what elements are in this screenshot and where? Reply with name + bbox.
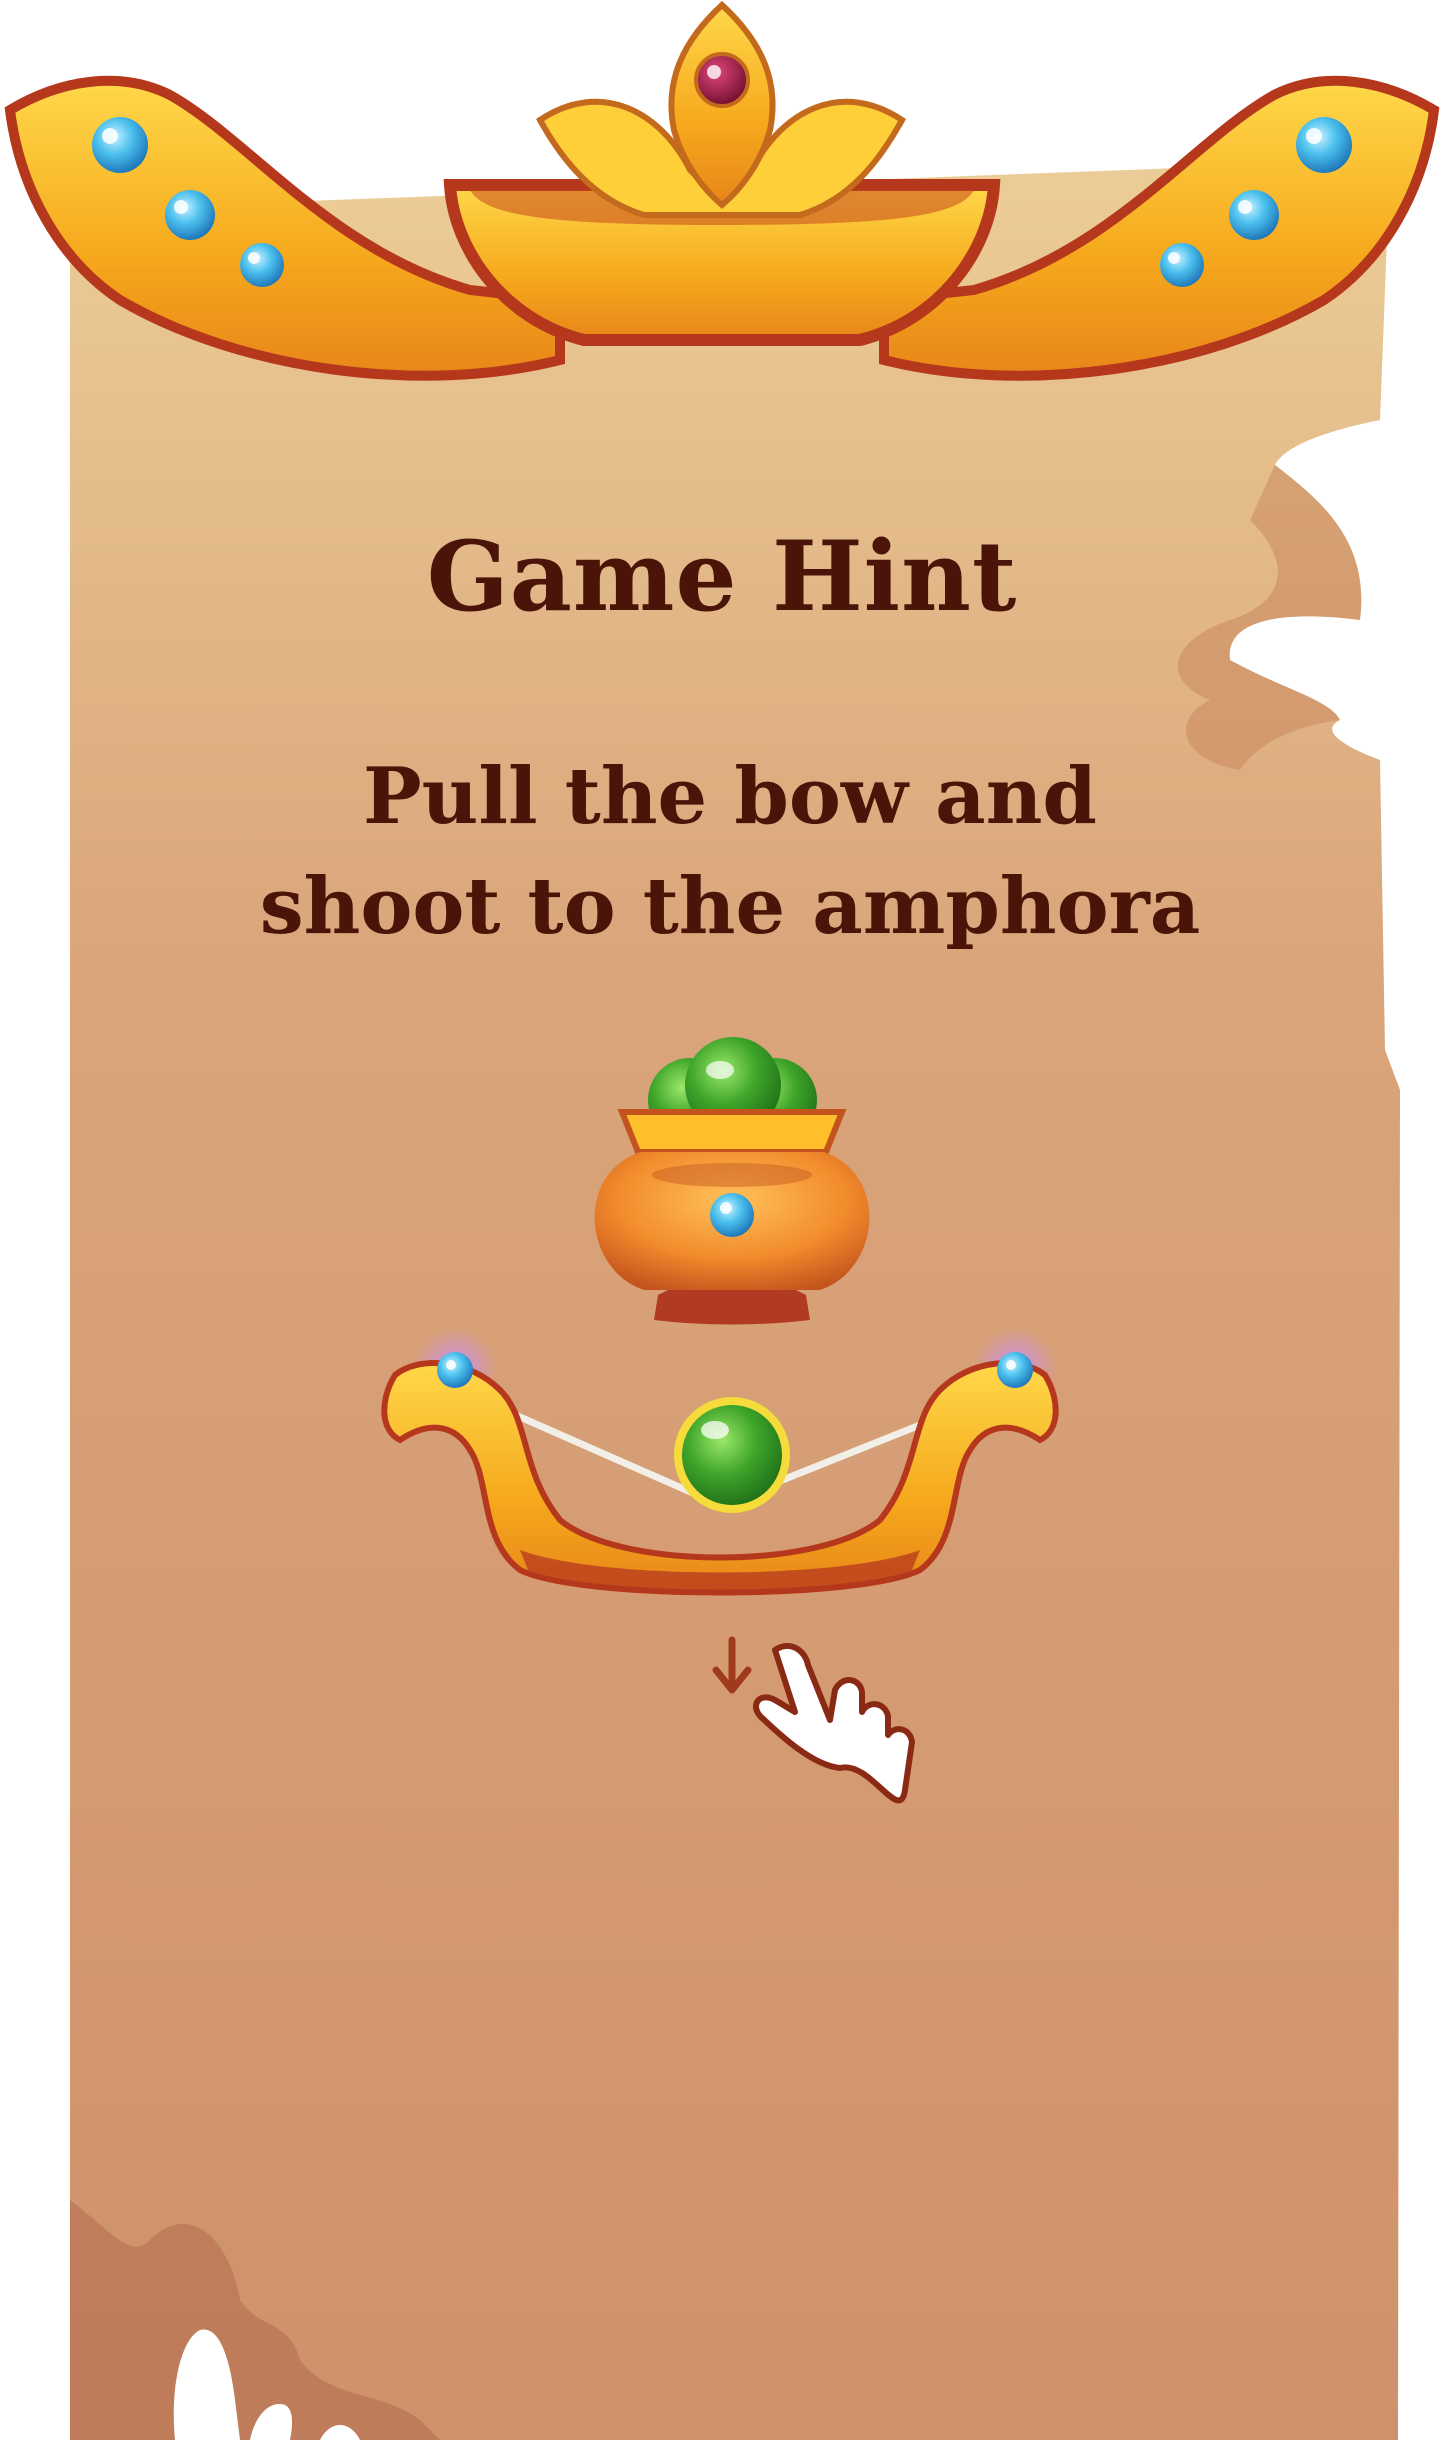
hint-scene (4, 0, 1440, 2440)
green-ball (674, 1397, 790, 1513)
crown-header (4, 0, 1440, 381)
